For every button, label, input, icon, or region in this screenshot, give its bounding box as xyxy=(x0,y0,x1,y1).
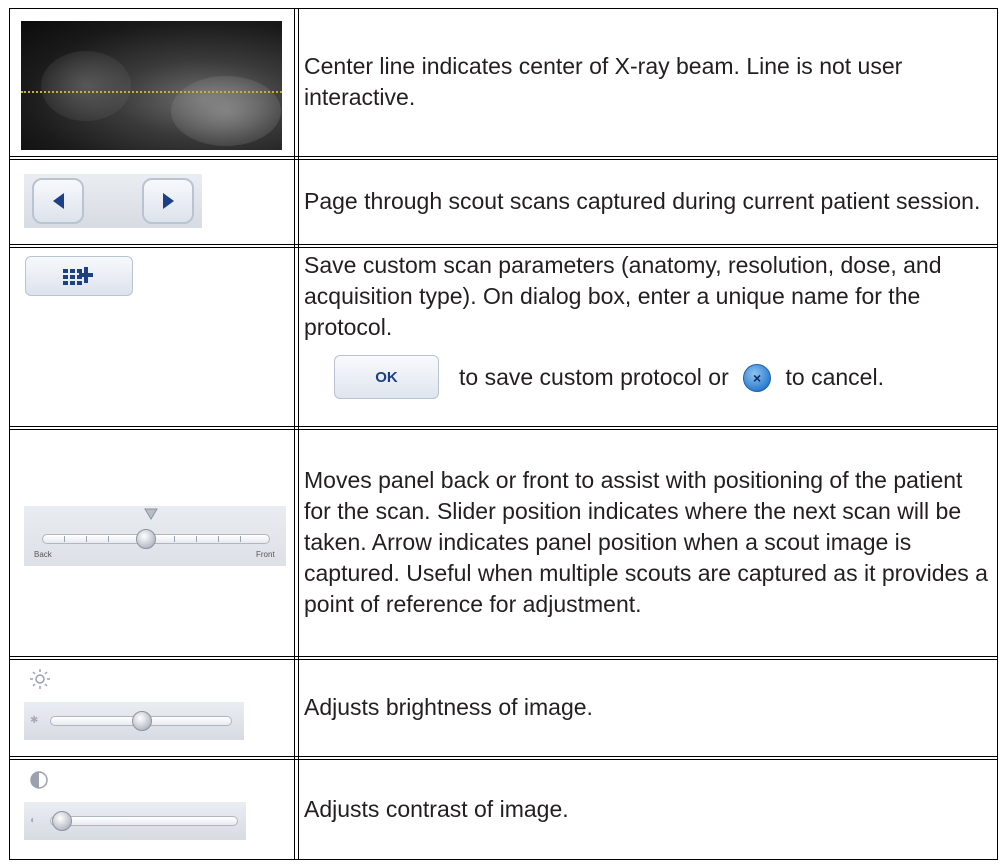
row-description: Adjusts brightness of image. xyxy=(304,693,593,720)
contrast-slider[interactable]: ◐ xyxy=(24,802,246,840)
table-row: Page through scout scans captured during… xyxy=(9,158,998,244)
row-description: Center line indicates center of X-ray be… xyxy=(304,53,903,110)
xray-cell xyxy=(9,8,294,156)
table-row: ✱ Adjusts brightness of image. xyxy=(9,658,998,756)
save-protocol-icon xyxy=(63,267,93,285)
contrast-track[interactable] xyxy=(50,816,238,826)
ok-button[interactable]: OK xyxy=(334,355,439,399)
cancel-caption: to cancel. xyxy=(785,363,884,390)
contrast-knob[interactable] xyxy=(52,811,72,831)
slider-front-label: Front xyxy=(256,550,275,559)
reference-table: Center line indicates center of X-ray be… xyxy=(9,8,998,860)
brightness-slider[interactable]: ✱ xyxy=(24,702,244,740)
slider-knob[interactable] xyxy=(136,529,156,549)
row-description: Save custom scan parameters (anatomy, re… xyxy=(304,252,942,340)
table-row: Back Front Moves panel back or front to … xyxy=(9,428,998,656)
slider-track[interactable] xyxy=(42,534,270,544)
table-row: Save custom scan parameters (anatomy, re… xyxy=(9,246,998,426)
contrast-small-icon: ◐ xyxy=(30,815,37,826)
next-arrow-icon xyxy=(162,193,174,209)
next-scan-button[interactable] xyxy=(142,178,194,224)
previous-scan-button[interactable] xyxy=(32,178,84,224)
table-row: ◐ Adjusts contrast of image. xyxy=(9,758,998,860)
panel-position-slider[interactable]: Back Front xyxy=(24,506,286,566)
brightness-icon xyxy=(30,669,50,689)
row-description: Page through scout scans captured during… xyxy=(304,187,981,214)
save-protocol-button[interactable] xyxy=(25,256,133,296)
scan-nav-panel xyxy=(24,174,202,228)
row-description: Moves panel back or front to assist with… xyxy=(304,466,988,617)
cancel-icon[interactable]: × xyxy=(743,364,772,393)
table-row: Center line indicates center of X-ray be… xyxy=(9,8,998,156)
row-description: Adjusts contrast of image. xyxy=(304,795,569,822)
slider-back-label: Back xyxy=(34,550,52,559)
ok-caption: to save custom protocol or xyxy=(459,363,729,390)
scout-position-arrow-icon xyxy=(144,508,158,520)
xray-scout-image xyxy=(21,21,282,150)
contrast-icon xyxy=(30,771,48,789)
previous-arrow-icon xyxy=(52,193,64,209)
center-line xyxy=(21,91,282,93)
brightness-knob[interactable] xyxy=(132,711,152,731)
brightness-small-icon: ✱ xyxy=(30,715,39,726)
